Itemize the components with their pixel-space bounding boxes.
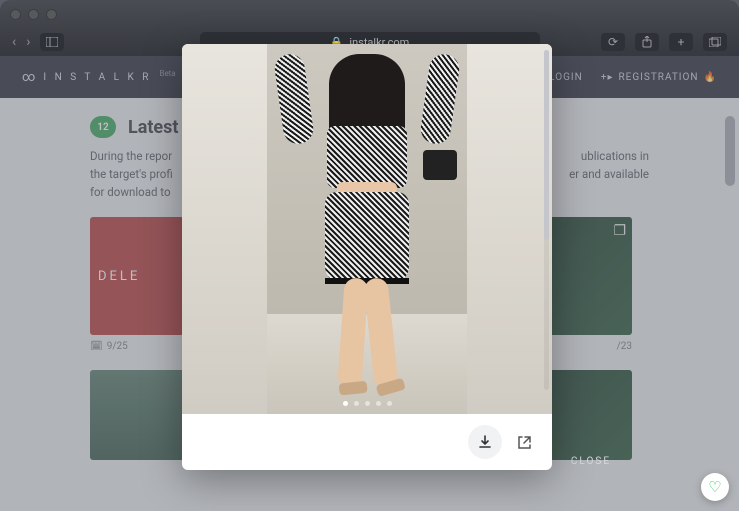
modal-scrollbar[interactable] bbox=[544, 50, 549, 390]
tabs-button[interactable] bbox=[703, 33, 727, 51]
download-button[interactable] bbox=[468, 425, 502, 459]
modal-image[interactable] bbox=[182, 44, 552, 414]
sidebar-button[interactable] bbox=[40, 33, 64, 51]
open-external-button[interactable] bbox=[512, 430, 536, 454]
back-button[interactable]: ‹ bbox=[12, 34, 16, 50]
image-modal: Download to computer bbox=[182, 44, 552, 470]
window-titlebar bbox=[0, 0, 739, 28]
share-button[interactable] bbox=[635, 33, 659, 51]
forward-button[interactable]: › bbox=[26, 34, 30, 50]
traffic-light-minimize[interactable] bbox=[28, 9, 39, 20]
shield-check-icon: ♡ bbox=[708, 478, 721, 496]
close-label[interactable]: CLOSE bbox=[571, 456, 611, 467]
traffic-light-zoom[interactable] bbox=[46, 9, 57, 20]
traffic-light-close[interactable] bbox=[10, 9, 21, 20]
support-chat-button[interactable]: ♡ bbox=[701, 473, 729, 501]
carousel-dots[interactable] bbox=[182, 401, 552, 406]
modal-toolbar: Download to computer bbox=[182, 414, 552, 470]
new-tab-button[interactable]: + bbox=[669, 33, 693, 51]
download-icon bbox=[478, 435, 492, 449]
reload-button[interactable]: ⟳ bbox=[601, 33, 625, 51]
external-link-icon bbox=[517, 435, 532, 450]
